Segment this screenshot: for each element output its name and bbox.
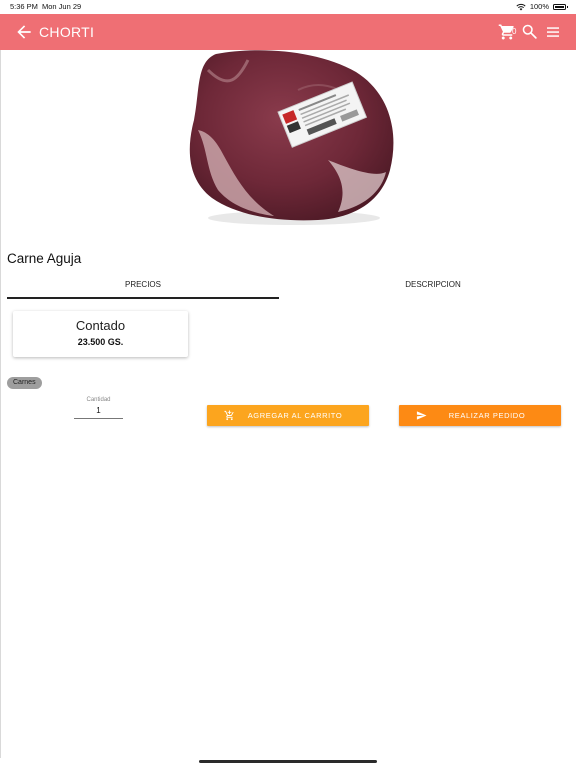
- cart-count-badge: 0: [512, 27, 517, 36]
- place-order-label: REALIZAR PEDIDO: [448, 411, 526, 420]
- quantity-input[interactable]: 1: [74, 406, 123, 419]
- search-icon[interactable]: [521, 23, 538, 40]
- price-amount: 23.500 GS.: [77, 337, 124, 347]
- status-right: 100%: [516, 2, 568, 11]
- status-time: 5:36 PM: [10, 2, 38, 11]
- tab-descripcion[interactable]: DESCRIPCION: [297, 272, 569, 299]
- status-date: Mon Jun 29: [42, 2, 82, 11]
- category-chip[interactable]: Carnes: [7, 377, 42, 389]
- app-title: CHORTI: [39, 24, 95, 40]
- back-arrow-icon[interactable]: [14, 22, 34, 42]
- tab-precios[interactable]: PRECIOS: [7, 272, 279, 299]
- product-tabs: PRECIOS DESCRIPCION: [7, 272, 569, 299]
- price-card: Contado 23.500 GS.: [13, 311, 188, 357]
- menu-icon[interactable]: [545, 24, 561, 40]
- price-label: Contado: [75, 318, 126, 333]
- wifi-icon: [516, 3, 526, 10]
- product-name: Carne Aguja: [7, 251, 82, 266]
- add-to-cart-label: AGREGAR AL CARRITO: [247, 411, 343, 420]
- content-edge: [0, 50, 1, 758]
- add-to-cart-button[interactable]: AGREGAR AL CARRITO: [207, 405, 369, 426]
- home-indicator[interactable]: [199, 760, 377, 763]
- quantity-field[interactable]: Cantidad 1: [74, 397, 123, 419]
- app-bar: CHORTI 0: [0, 14, 576, 50]
- status-bar: 5:36 PM Mon Jun 29 100%: [0, 0, 576, 14]
- quantity-label: Cantidad: [86, 397, 111, 403]
- product-image: [189, 50, 394, 225]
- battery-icon: [553, 3, 568, 10]
- place-order-button[interactable]: REALIZAR PEDIDO: [399, 405, 561, 426]
- battery-percent: 100%: [529, 2, 549, 11]
